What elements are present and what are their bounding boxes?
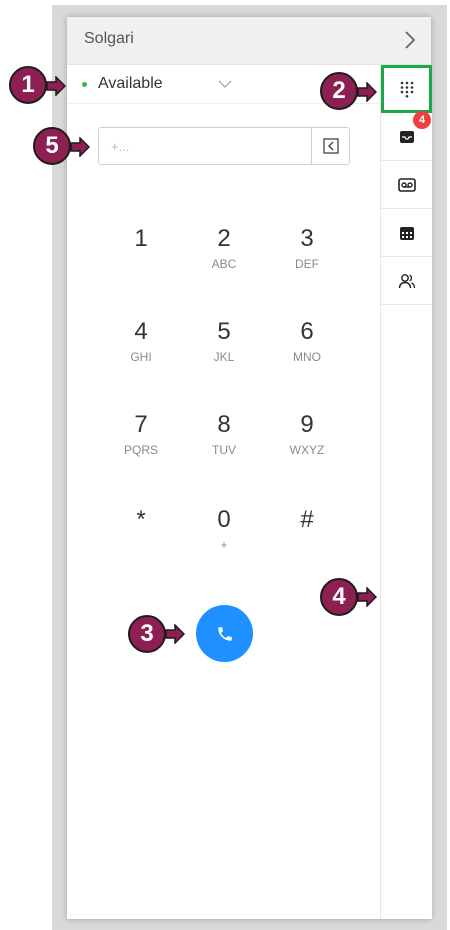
callout-arrow-icon bbox=[70, 137, 90, 157]
keypad-key-5[interactable]: 5 JKL bbox=[189, 318, 259, 378]
call-button[interactable] bbox=[196, 605, 253, 662]
key-letters: MNO bbox=[293, 350, 321, 364]
key-digit: 7 bbox=[134, 411, 148, 438]
rail-voicemail-button[interactable] bbox=[381, 161, 432, 209]
callout-1: 1 bbox=[9, 66, 47, 104]
key-digit: 6 bbox=[300, 318, 314, 345]
key-digit: 1 bbox=[134, 225, 148, 252]
callout-arrow-icon bbox=[357, 82, 377, 102]
voicemail-icon bbox=[397, 177, 416, 192]
key-digit: 2 bbox=[217, 225, 231, 252]
backspace-button[interactable] bbox=[311, 128, 349, 164]
rail-calendar-button[interactable] bbox=[381, 209, 432, 257]
key-letters: JKL bbox=[213, 350, 235, 364]
key-digit: 0 bbox=[217, 506, 231, 533]
panel-header: Solgari bbox=[67, 17, 431, 65]
callout-arrow-icon bbox=[357, 587, 377, 607]
key-digit: 4 bbox=[134, 318, 148, 345]
key-letters: DEF bbox=[295, 257, 319, 271]
callout-arrow-icon bbox=[165, 624, 185, 644]
key-digit: 5 bbox=[217, 318, 231, 345]
callout-2: 2 bbox=[320, 72, 358, 110]
callout-5: 5 bbox=[33, 127, 71, 165]
keypad-key-6[interactable]: 6 MNO bbox=[272, 318, 342, 378]
inbox-count-badge: 4 bbox=[413, 111, 431, 129]
key-digit: 3 bbox=[300, 225, 314, 252]
key-digit: 8 bbox=[217, 411, 231, 438]
rail-dialpad-button[interactable] bbox=[381, 65, 432, 113]
key-digit: * bbox=[136, 506, 146, 533]
dial-number-input[interactable] bbox=[99, 128, 309, 164]
softphone-panel: Solgari Available 1 2 ABC 3 DEF 4 bbox=[67, 17, 432, 919]
keypad-key-3[interactable]: 3 DEF bbox=[272, 225, 342, 285]
inbox-icon bbox=[399, 130, 414, 143]
app-title: Solgari bbox=[84, 30, 134, 47]
key-letters: GHI bbox=[130, 350, 152, 364]
backspace-icon bbox=[322, 138, 339, 154]
status-label: Available bbox=[98, 75, 163, 92]
right-navigation-rail: 4 bbox=[380, 65, 432, 919]
chevron-down-icon[interactable] bbox=[218, 79, 232, 89]
rail-inbox-button[interactable]: 4 bbox=[381, 111, 432, 161]
key-letters: TUV bbox=[212, 443, 236, 457]
callout-3: 3 bbox=[128, 615, 166, 653]
key-letters: + bbox=[220, 538, 228, 552]
key-letters: PQRS bbox=[123, 443, 158, 457]
key-digit: # bbox=[300, 506, 314, 533]
key-letters: WXYZ bbox=[289, 443, 325, 457]
keypad-key-4[interactable]: 4 GHI bbox=[106, 318, 176, 378]
rail-contacts-button[interactable] bbox=[381, 257, 432, 305]
dial-input-box bbox=[98, 127, 350, 165]
chevron-right-icon[interactable] bbox=[403, 30, 417, 50]
keypad-key-0[interactable]: 0 + bbox=[189, 506, 259, 566]
contacts-icon bbox=[398, 273, 415, 288]
keypad-key-9[interactable]: 9 WXYZ bbox=[272, 411, 342, 471]
phone-icon bbox=[217, 626, 232, 641]
keypad-key-hash[interactable]: # bbox=[272, 506, 342, 566]
callout-4: 4 bbox=[320, 578, 358, 616]
keypad-key-2[interactable]: 2 ABC bbox=[189, 225, 259, 285]
keypad-key-7[interactable]: 7 PQRS bbox=[106, 411, 176, 471]
key-letters: ABC bbox=[211, 257, 237, 271]
calendar-icon bbox=[399, 226, 414, 240]
keypad-key-1[interactable]: 1 bbox=[106, 225, 176, 285]
key-digit: 9 bbox=[300, 411, 314, 438]
dialpad-icon bbox=[400, 81, 413, 98]
keypad-key-8[interactable]: 8 TUV bbox=[189, 411, 259, 471]
status-dot-icon bbox=[82, 82, 87, 87]
keypad-key-star[interactable]: * bbox=[106, 506, 176, 566]
callout-arrow-icon bbox=[46, 76, 66, 96]
